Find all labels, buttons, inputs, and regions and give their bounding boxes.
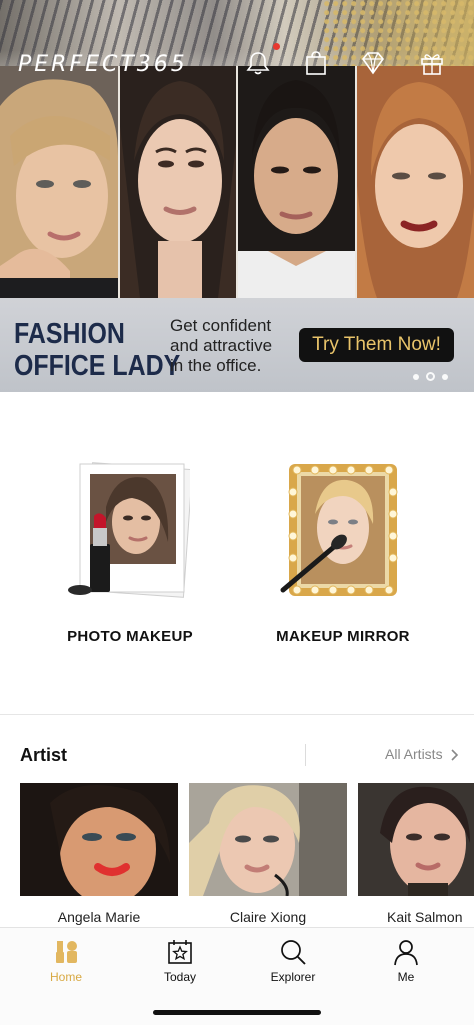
section-divider [0, 714, 474, 715]
tab-today[interactable]: Today [121, 928, 239, 998]
app-logo: PERFECT365 [18, 52, 188, 77]
model-photo-4 [355, 66, 474, 298]
search-icon [281, 940, 306, 965]
carousel-dot[interactable] [413, 373, 419, 380]
artist-section-title: Artist [20, 745, 68, 765]
artist-name[interactable]: Kait Salmon [387, 909, 474, 925]
promo-title: FASHION OFFICE LADY [14, 318, 181, 382]
artist-card-claire-xiong[interactable] [189, 783, 347, 896]
artist-card-kait-salmon[interactable] [358, 783, 474, 896]
artist-name[interactable]: Angela Marie [20, 909, 178, 925]
tab-me[interactable]: Me [347, 928, 465, 998]
photo-makeup-illustration [68, 462, 190, 598]
artist-photo [189, 783, 347, 896]
model-photo-3 [236, 66, 355, 298]
notification-dot [273, 43, 280, 50]
makeup-brush-icon [56, 941, 77, 963]
artist-card-angela-marie[interactable] [20, 783, 178, 896]
model-faces-strip [0, 66, 474, 298]
carousel-indicator [413, 372, 448, 381]
try-them-now-button[interactable]: Try Them Now! [299, 328, 454, 362]
tab-label: Me [397, 970, 415, 984]
all-artists-link[interactable]: All Artists [385, 746, 443, 762]
artist-photo [358, 783, 474, 896]
chevron-right-icon[interactable] [450, 748, 460, 762]
tab-explorer[interactable]: Explorer [234, 928, 352, 998]
tab-home[interactable]: Home [7, 928, 125, 998]
model-photo-1 [0, 66, 118, 298]
home-indicator [153, 1010, 321, 1015]
makeup-mirror-label[interactable]: MAKEUP MIRROR [243, 628, 443, 645]
artist-photo [20, 783, 178, 896]
makeup-mirror-illustration [280, 464, 398, 596]
carousel-dot[interactable] [442, 373, 448, 380]
photo-makeup-label[interactable]: PHOTO MAKEUP [30, 628, 230, 645]
diamond-icon[interactable] [360, 50, 386, 76]
artist-name[interactable]: Claire Xiong [189, 909, 347, 925]
tab-label: Explorer [270, 970, 316, 984]
header-separator [305, 744, 306, 766]
person-icon [394, 940, 418, 966]
bell-icon[interactable] [245, 50, 271, 76]
tab-label: Today [163, 970, 197, 984]
calendar-star-icon [168, 940, 192, 964]
promo-banner[interactable]: PERFECT365 FASHION OFFICE LADY Get confi… [0, 0, 474, 392]
promo-subtitle: Get confident and attractive in the offi… [170, 316, 273, 375]
gold-glitter-decoration [324, 0, 474, 70]
tab-label: Home [49, 970, 82, 984]
model-photo-2 [118, 66, 236, 298]
gift-icon[interactable] [419, 50, 445, 76]
carousel-dot-active[interactable] [426, 372, 435, 381]
shopping-bag-icon[interactable] [303, 50, 329, 76]
